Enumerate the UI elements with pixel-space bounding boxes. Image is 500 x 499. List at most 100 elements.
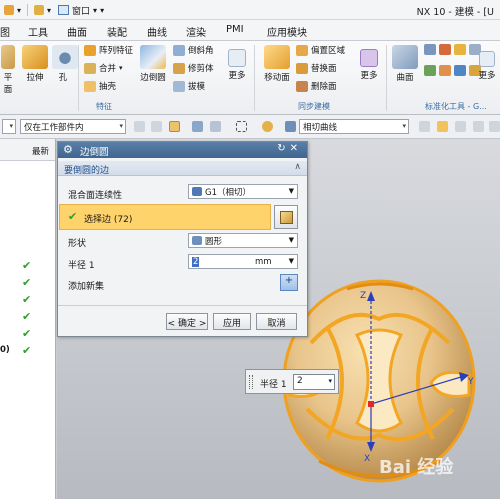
chamfer-button[interactable]: 倒斜角 — [173, 44, 214, 56]
datum-plane-button[interactable]: 平面 — [0, 45, 16, 95]
tab-surface[interactable]: 曲面 — [67, 24, 87, 39]
check-icon: ✔ — [22, 293, 32, 306]
more-std-button[interactable]: 更多 — [475, 45, 499, 81]
table-row[interactable]: ✔ — [0, 258, 56, 274]
shell-button[interactable]: 抽壳 — [84, 80, 116, 92]
drag-grip-icon[interactable] — [249, 375, 253, 389]
close-icon[interactable]: ✕ — [290, 143, 302, 154]
radius-input[interactable]: 2 mm ▼ — [188, 254, 298, 269]
snap-mid-icon[interactable] — [473, 121, 484, 132]
surface-button[interactable]: 曲面 — [391, 45, 419, 83]
customize-dropdown[interactable]: ▾ — [100, 6, 104, 15]
replace-face-button[interactable]: 替换面 — [296, 62, 337, 74]
pattern-feature-button[interactable]: 阵列特征 — [84, 44, 133, 56]
tab-application[interactable]: 应用模块 — [267, 24, 307, 39]
check-icon: ✔ — [22, 310, 32, 323]
tab-render[interactable]: 渲染 — [186, 24, 206, 39]
table-row[interactable]: ✔ — [0, 275, 56, 291]
axis-z-label: Z — [360, 291, 366, 301]
collapse-icon[interactable]: ∧ — [294, 162, 301, 172]
snap-toggle-icon[interactable] — [169, 121, 180, 132]
check-icon: ✔ — [22, 327, 32, 340]
curve-rule-icon[interactable] — [285, 121, 296, 132]
std-tool-icon-3 — [454, 44, 466, 55]
transform-icon[interactable] — [192, 121, 203, 132]
more-sync-button[interactable]: 更多 — [358, 45, 380, 81]
std-tool-icon-7 — [454, 65, 466, 76]
delete-face-button[interactable]: 删除面 — [296, 80, 337, 92]
select-edge-button[interactable] — [274, 205, 298, 229]
watermark: Bai 经验 — [379, 456, 454, 478]
ok-button[interactable]: < 确定 > — [166, 313, 208, 330]
unite-button[interactable]: 合并 ▾ — [84, 62, 123, 74]
quick-access-toolbar: ▾ ▾ 窗口 ▾ ▾ — [4, 3, 104, 17]
tab-assembly[interactable]: 装配 — [107, 24, 127, 39]
tab-pmi[interactable]: PMI — [226, 24, 244, 35]
window-menu-dropdown[interactable]: ▾ — [93, 6, 97, 15]
snap-end-icon[interactable] — [455, 121, 466, 132]
std-more-icon — [479, 51, 495, 67]
dialog-title: 边倒圆 — [80, 147, 109, 158]
rectangle-select-icon[interactable] — [236, 121, 247, 132]
apply-button[interactable]: 应用 — [213, 313, 251, 330]
check-icon: ✔ — [22, 344, 32, 357]
trim-body-button[interactable]: 修剪体 — [173, 62, 214, 74]
more-feature-button[interactable]: 更多 — [226, 45, 248, 81]
curve-rule-dropdown[interactable]: 相切曲线 ▾ — [299, 119, 409, 134]
axis-y-label: Y — [467, 377, 474, 387]
add-set-icon: + — [284, 275, 294, 286]
offset-region-button[interactable]: 偏置区域 — [296, 44, 345, 56]
edge-blend-button[interactable]: 边倒圆 — [138, 45, 168, 83]
follow-fillet-icon[interactable] — [437, 121, 448, 132]
select-edge-row[interactable]: ✔ 选择边 (72) — [59, 204, 271, 230]
pin-icon[interactable] — [34, 5, 45, 15]
column-latest[interactable]: 最新 — [32, 145, 49, 157]
snap-center-icon[interactable] — [489, 121, 500, 132]
edges-group-header[interactable]: 要倒圆的边 ∧ — [58, 161, 307, 176]
onscreen-radius-dropdown[interactable]: ▾ — [328, 377, 332, 385]
tab-tools[interactable]: 工具 — [28, 24, 48, 39]
shape-select[interactable]: 圆形 ▼ — [188, 233, 298, 248]
select-method-icon[interactable] — [210, 121, 221, 132]
pattern-feature-icon — [84, 44, 96, 56]
window-menu[interactable]: 窗口 — [72, 4, 90, 17]
std-tool-row1[interactable] — [424, 44, 481, 55]
dialog-footer — [58, 305, 307, 306]
selection-scope-dropdown[interactable]: 仅在工作部件内 ▾ — [20, 119, 126, 134]
edge-blend-icon — [140, 45, 166, 69]
cancel-button[interactable]: 取消 — [256, 313, 297, 330]
menu-dropdown[interactable]: ▾ — [2, 119, 16, 134]
hole-icon — [52, 45, 78, 69]
extrude-button[interactable]: 拉伸 — [22, 45, 48, 83]
chevron-down-icon[interactable]: ▼ — [289, 257, 294, 265]
snap-point-icon[interactable] — [151, 121, 162, 132]
hole-button[interactable]: 孔 — [52, 45, 78, 83]
quick-access-dropdown[interactable]: ▾ — [17, 6, 21, 15]
row-label: 0) — [0, 345, 10, 355]
tab-view[interactable]: 图 — [0, 24, 10, 39]
draft-button[interactable]: 拔模 — [173, 80, 205, 92]
tab-curve[interactable]: 曲线 — [147, 24, 167, 39]
table-row[interactable]: 0) ✔ — [0, 343, 56, 359]
stop-at-intersection-icon[interactable] — [419, 121, 430, 132]
select-filter-icon[interactable] — [134, 121, 145, 132]
window-menu-icon[interactable] — [58, 5, 70, 15]
app-title: NX 10 - 建模 - [U — [416, 7, 494, 18]
gear-icon[interactable]: ⚙ — [63, 143, 73, 156]
reset-icon[interactable]: ↻ — [277, 143, 289, 154]
pin-dropdown[interactable]: ▾ — [47, 6, 51, 15]
add-new-set-button[interactable]: + — [280, 274, 298, 291]
more-icon — [228, 49, 246, 67]
std-tool-row2[interactable] — [424, 65, 481, 76]
table-row[interactable]: ✔ — [0, 309, 56, 325]
onscreen-radius-field[interactable]: 2 ▾ — [293, 374, 335, 390]
move-face-button[interactable]: 移动面 — [262, 45, 292, 83]
dialog-title-bar[interactable]: ⚙ 边倒圆 ↻✕ — [58, 142, 307, 158]
table-row[interactable]: ✔ — [0, 292, 56, 308]
check-icon: ✔ — [22, 276, 32, 289]
undo-icon[interactable] — [4, 5, 14, 15]
blend-continuity-select[interactable]: G1（相切） ▼ — [188, 184, 298, 199]
feature-select-icon[interactable] — [262, 121, 273, 132]
table-row[interactable]: ✔ — [0, 326, 56, 342]
ribbon-tab-bar: 图 工具 曲面 装配 曲线 渲染 PMI 应用模块 — [0, 20, 500, 41]
